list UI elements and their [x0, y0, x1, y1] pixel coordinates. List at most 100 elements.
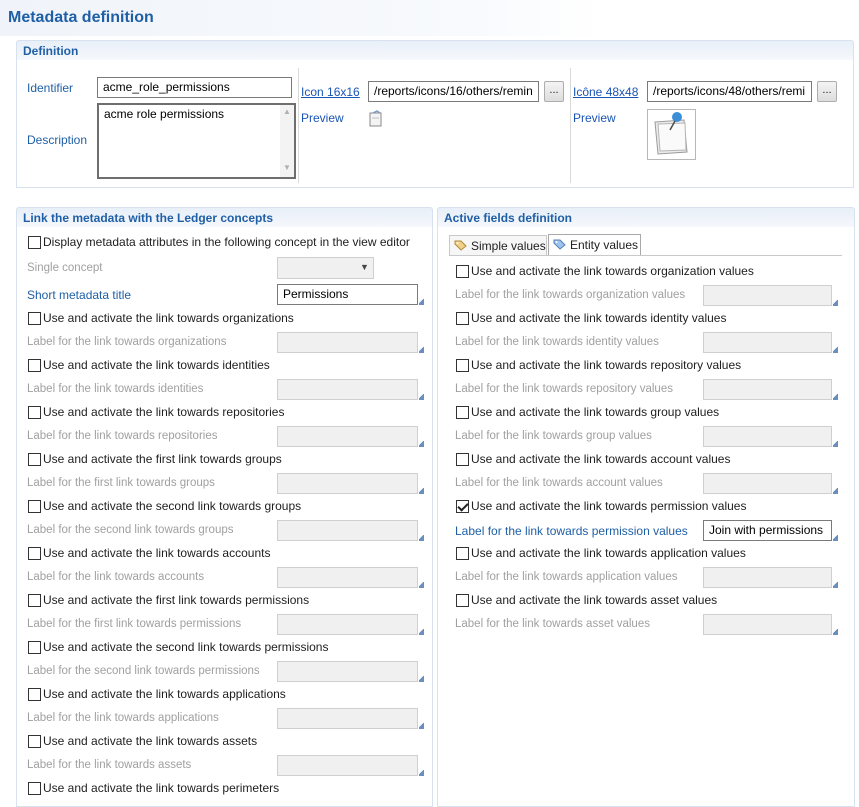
ledger-link-field-input[interactable]: [277, 661, 418, 682]
edit-hint-icon: [419, 441, 424, 447]
ledger-link-checkbox[interactable]: [28, 500, 41, 513]
single-concept-select[interactable]: ▼: [277, 257, 374, 279]
active-link-field-input[interactable]: [703, 426, 832, 447]
active-link-field-input[interactable]: [703, 379, 832, 400]
display-attributes-label: Display metadata attributes in the follo…: [43, 235, 410, 249]
active-link-field-input[interactable]: [703, 473, 832, 494]
ledger-link-check-label: Use and activate the second link towards…: [43, 499, 302, 513]
edit-hint-icon: [419, 676, 424, 682]
description-label: Description: [27, 133, 88, 147]
ledger-link-checkbox[interactable]: [28, 547, 41, 560]
ledger-link-field-label: Label for the first link towards permiss…: [27, 618, 242, 630]
active-link-check-label: Use and activate the link towards organi…: [471, 264, 754, 278]
ledger-link-check-label: Use and activate the second link towards…: [43, 640, 329, 654]
active-link-checkbox[interactable]: [456, 265, 469, 278]
ledger-link-field-input[interactable]: [277, 755, 418, 776]
active-link-field-label: Label for the link towards permission va…: [455, 524, 688, 538]
icon48-link[interactable]: Icône 48x48: [573, 85, 638, 99]
edit-hint-icon: [419, 770, 424, 776]
icon16-preview-label: Preview: [301, 111, 344, 125]
active-link-field-label: Label for the link towards application v…: [455, 571, 678, 583]
ledger-link-field-input[interactable]: [277, 520, 418, 541]
ledger-link-checkbox[interactable]: [28, 641, 41, 654]
ledger-link-check-label: Use and activate the first link towards …: [43, 452, 282, 466]
tab-simple-values[interactable]: Simple values: [449, 235, 547, 256]
ledger-link-check-label: Use and activate the link towards applic…: [43, 687, 286, 701]
ledger-link-field-input[interactable]: [277, 473, 418, 494]
active-section-header[interactable]: Active fields definition: [437, 207, 855, 227]
active-link-check-label: Use and activate the link towards group …: [471, 405, 720, 419]
active-link-checkbox[interactable]: [456, 312, 469, 325]
active-link-field-input[interactable]: [703, 614, 832, 635]
active-link-field-input[interactable]: [703, 567, 832, 588]
ledger-link-field-label: Label for the link towards applications: [27, 712, 219, 724]
active-link-checkbox[interactable]: [456, 453, 469, 466]
ledger-link-checkbox[interactable]: [28, 688, 41, 701]
active-link-field-label: Label for the link towards asset values: [455, 618, 650, 630]
edit-hint-icon: [419, 535, 424, 541]
active-link-field-input[interactable]: [703, 332, 832, 353]
icon16-link[interactable]: Icon 16x16: [301, 85, 360, 99]
note-icon: [368, 110, 384, 128]
ledger-link-checkbox[interactable]: [28, 594, 41, 607]
description-textarea[interactable]: acme role permissions: [97, 103, 296, 179]
ledger-section-header[interactable]: Link the metadata with the Ledger concep…: [16, 207, 433, 227]
ledger-link-check-label: Use and activate the link towards perime…: [43, 781, 280, 795]
tab-entity-values[interactable]: Entity values: [548, 234, 641, 256]
pinned-note-icon: [647, 109, 696, 160]
scroll-up-icon[interactable]: ▲: [283, 107, 291, 116]
ledger-link-field-input[interactable]: [277, 708, 418, 729]
ledger-link-field-input[interactable]: [277, 379, 418, 400]
edit-hint-icon: [419, 629, 424, 635]
ledger-link-field-label: Label for the link towards organizations: [27, 336, 227, 348]
definition-section-header[interactable]: Definition: [16, 40, 854, 60]
identifier-input[interactable]: acme_role_permissions: [97, 77, 292, 98]
ledger-link-field-label: Label for the link towards assets: [27, 759, 192, 771]
edit-hint-icon: [833, 394, 838, 400]
ledger-link-checkbox[interactable]: [28, 735, 41, 748]
active-link-checkbox[interactable]: [456, 547, 469, 560]
ledger-link-field-label: Label for the first link towards groups: [27, 477, 215, 489]
icon48-browse-button[interactable]: ...: [817, 81, 837, 102]
ledger-link-checkbox[interactable]: [28, 406, 41, 419]
ledger-link-field-label: Label for the link towards accounts: [27, 571, 205, 583]
definition-divider-1: [298, 68, 299, 183]
active-link-check-label: Use and activate the link towards accoun…: [471, 452, 731, 466]
ledger-link-field-input[interactable]: [277, 567, 418, 588]
ledger-link-field-input[interactable]: [277, 614, 418, 635]
tab-simple-values-label: Simple values: [471, 239, 546, 253]
description-scrollbar[interactable]: ▲ ▼: [280, 105, 294, 177]
ledger-link-check-label: Use and activate the link towards reposi…: [43, 405, 285, 419]
page-title-bar: Metadata definition: [0, 0, 859, 36]
ledger-link-checkbox[interactable]: [28, 312, 41, 325]
ledger-link-field-input[interactable]: [277, 332, 418, 353]
ledger-link-field-input[interactable]: [277, 426, 418, 447]
icon48-path-input[interactable]: /reports/icons/48/others/remi: [647, 81, 812, 102]
icon16-path-input[interactable]: /reports/icons/16/others/remin: [368, 81, 539, 102]
edit-hint-icon: [833, 300, 838, 306]
active-link-field-input[interactable]: Join with permissions: [703, 520, 832, 541]
icon16-browse-button[interactable]: ...: [544, 81, 564, 102]
active-link-checkbox[interactable]: [456, 359, 469, 372]
scroll-down-icon[interactable]: ▼: [283, 163, 291, 172]
short-title-label: Short metadata title: [27, 288, 132, 302]
active-link-field-label: Label for the link towards identity valu…: [455, 336, 659, 348]
short-title-input[interactable]: Permissions: [277, 284, 418, 305]
active-link-field-input[interactable]: [703, 285, 832, 306]
active-link-checkbox[interactable]: [456, 406, 469, 419]
edit-hint-icon: [419, 723, 424, 729]
active-link-check-label: Use and activate the link towards identi…: [471, 311, 727, 325]
ledger-link-check-label: Use and activate the first link towards …: [43, 593, 310, 607]
page-title: Metadata definition: [8, 9, 154, 26]
ledger-link-check-label: Use and activate the link towards identi…: [43, 358, 270, 372]
active-link-checkbox[interactable]: [456, 594, 469, 607]
ledger-link-checkbox[interactable]: [28, 453, 41, 466]
active-link-check-label: Use and activate the link towards asset …: [471, 593, 718, 607]
display-attributes-checkbox[interactable]: [28, 236, 41, 249]
ledger-link-checkbox[interactable]: [28, 782, 41, 795]
ledger-link-check-label: Use and activate the link towards accoun…: [43, 546, 271, 560]
edit-hint-icon: [833, 488, 838, 494]
active-link-checkbox[interactable]: [456, 500, 469, 513]
tab-entity-values-label: Entity values: [570, 238, 639, 252]
ledger-link-checkbox[interactable]: [28, 359, 41, 372]
